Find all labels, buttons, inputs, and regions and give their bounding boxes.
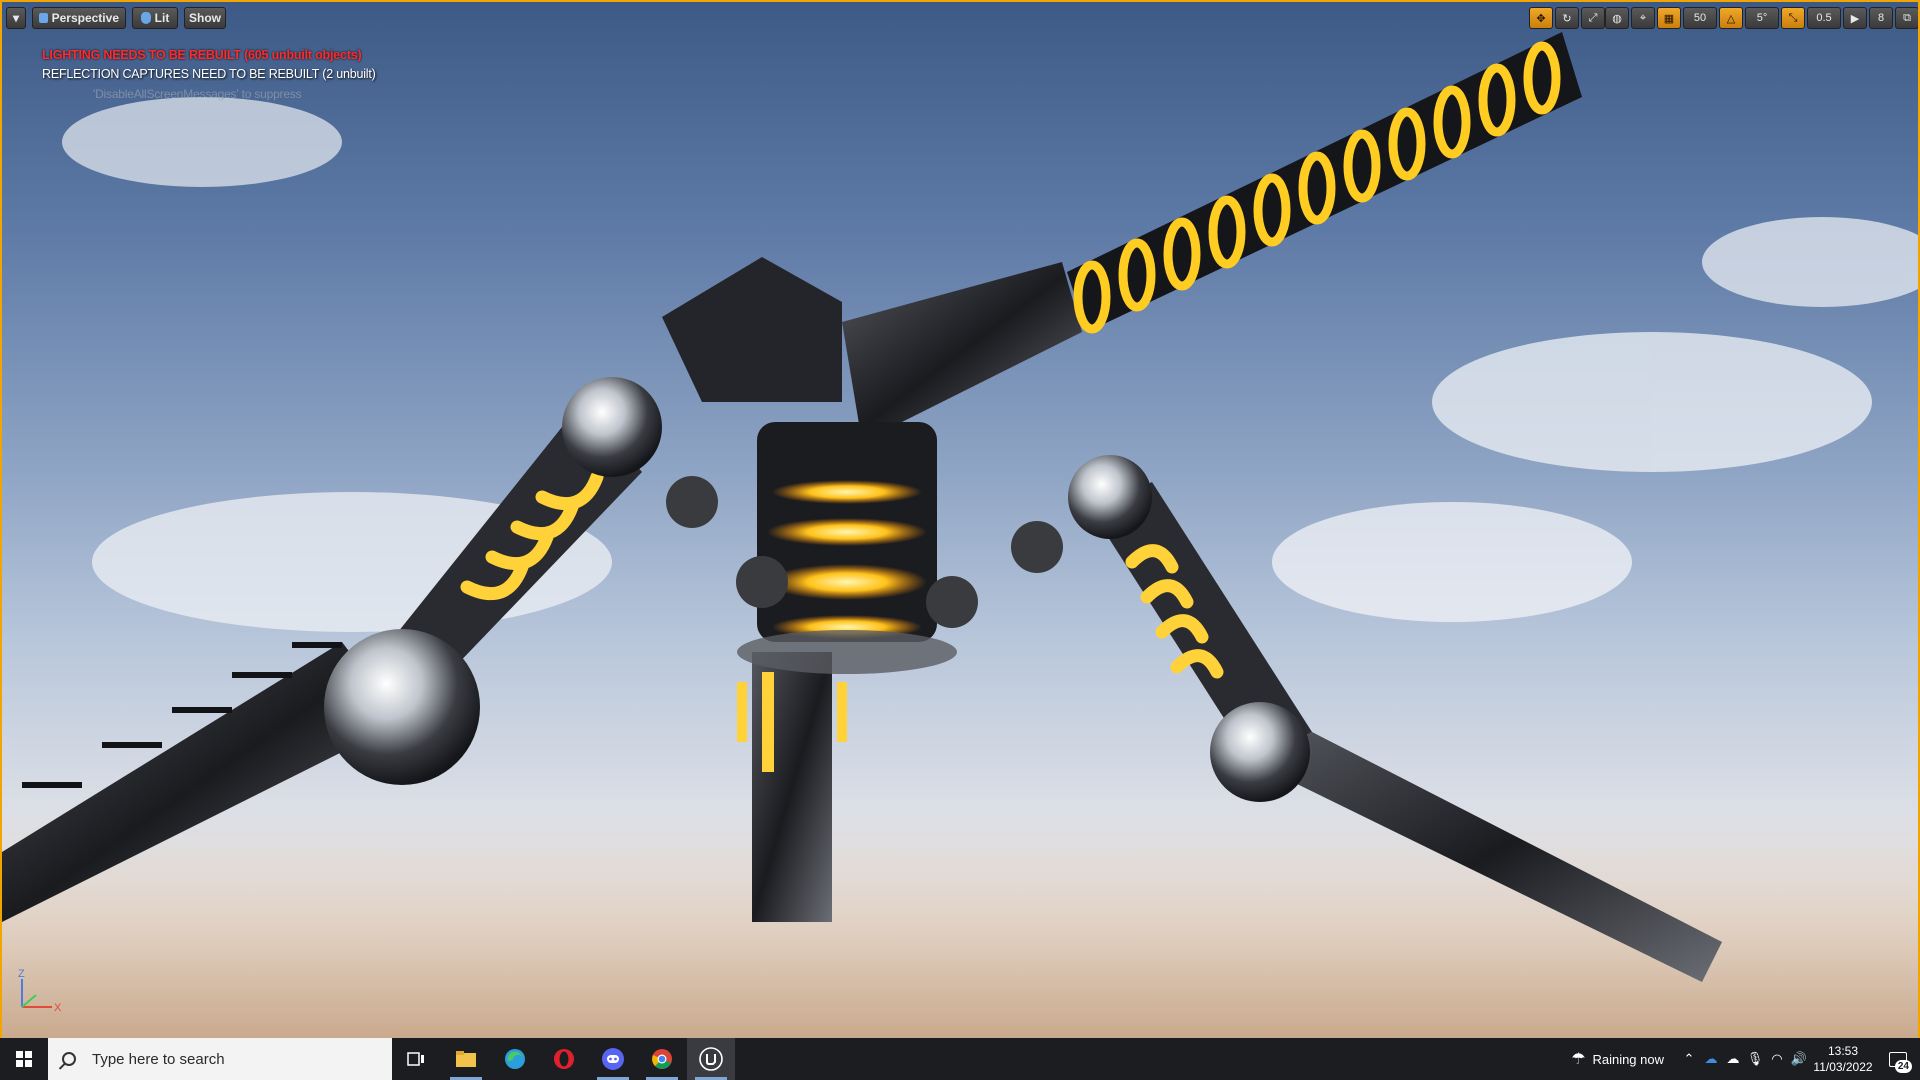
rotate-mode-icon[interactable]: ↻ — [1555, 7, 1579, 29]
edge-button[interactable] — [491, 1038, 539, 1080]
weather-text[interactable]: Raining now — [1592, 1052, 1664, 1067]
rotation-snap-icon[interactable]: △ — [1719, 7, 1743, 29]
opera-icon — [554, 1049, 574, 1069]
suppress-hint-message: 'DisableAllScreenMessages' to suppress — [93, 87, 302, 101]
grid-snap-value[interactable]: 50 — [1683, 7, 1717, 29]
clock-date: 11/03/2022 — [1813, 1060, 1873, 1074]
grid-snap-icon[interactable]: ▦ — [1657, 7, 1681, 29]
clock-time: 13:53 — [1827, 1044, 1859, 1058]
chrome-button[interactable] — [638, 1038, 686, 1080]
camera-speed-value[interactable]: 8 — [1869, 7, 1893, 29]
unreal-engine-button[interactable] — [687, 1038, 735, 1080]
task-view-button[interactable] — [392, 1038, 440, 1080]
chrome-icon — [652, 1049, 672, 1069]
discord-button[interactable] — [589, 1038, 637, 1080]
folder-icon — [456, 1051, 476, 1067]
lighting-rebuild-message: LIGHTING NEEDS TO BE REBUILT (605 unbuil… — [42, 48, 362, 62]
scale-mode-icon[interactable]: ⤢ — [1581, 7, 1605, 29]
umbrella-weather-icon[interactable]: ☂ — [1564, 1038, 1592, 1080]
clock[interactable]: 13:53 11/03/2022 — [1810, 1043, 1876, 1075]
lit-label: Lit — [154, 11, 170, 25]
world-local-icon[interactable]: ◍ — [1605, 7, 1629, 29]
scene-render: X Z — [2, 32, 1918, 1038]
snap-toolbar: ◍ ⌖ ▦ 50 △ 5° ⤡ 0.5 ▶ 8 ⧉ — [1605, 7, 1918, 29]
chevron-down-icon: ▾ — [12, 11, 20, 25]
onedrive-icon[interactable]: ☁ — [1700, 1038, 1722, 1080]
camera-speed-icon[interactable]: ▶ — [1843, 7, 1867, 29]
cloud-icon[interactable]: ☁ — [1722, 1038, 1744, 1080]
center-leg — [737, 652, 847, 922]
viewport-options-button[interactable]: ▾ — [6, 7, 26, 29]
show-label: Show — [189, 11, 221, 25]
system-tray: ☂ Raining now ⌃ ☁ ☁ 🎙 ◠ 🔊 13:53 11/03/20… — [1564, 1038, 1920, 1080]
taskbar-search-box[interactable]: Type here to search — [48, 1038, 392, 1080]
windows-logo-icon — [16, 1051, 32, 1067]
show-button[interactable]: Show — [184, 7, 226, 29]
speaker-icon[interactable]: 🔊 — [1788, 1038, 1810, 1080]
perspective-button[interactable]: Perspective — [32, 7, 126, 29]
search-icon — [62, 1052, 76, 1066]
wifi-icon[interactable]: ◠ — [1766, 1038, 1788, 1080]
editor-viewport[interactable]: X Z ▾ Perspective Lit Show ✥ ↻ ⤢ ◍ ⌖ ▦ 5… — [0, 0, 1920, 1038]
notification-center-button[interactable]: 24 — [1876, 1038, 1920, 1080]
rotation-snap-value[interactable]: 5° — [1745, 7, 1779, 29]
microphone-icon[interactable]: 🎙 — [1744, 1038, 1766, 1080]
perspective-icon — [39, 13, 48, 23]
start-button[interactable] — [0, 1038, 48, 1080]
turret-barrel — [1067, 32, 1582, 334]
edge-icon — [505, 1049, 525, 1069]
lit-button[interactable]: Lit — [132, 7, 178, 29]
axis-x-label: X — [54, 1002, 62, 1014]
transform-toolbar: ✥ ↻ ⤢ — [1529, 7, 1605, 29]
search-placeholder: Type here to search — [92, 1050, 225, 1068]
scale-snap-icon[interactable]: ⤡ — [1781, 7, 1805, 29]
file-explorer-button[interactable] — [442, 1038, 490, 1080]
windows-taskbar: Type here to search ☂ Raining now ⌃ ☁ ☁ … — [0, 1038, 1920, 1080]
notification-count: 24 — [1894, 1060, 1912, 1073]
maximize-viewport-icon[interactable]: ⧉ — [1895, 7, 1918, 29]
reflection-rebuild-message: REFLECTION CAPTURES NEED TO BE REBUILT (… — [42, 67, 376, 81]
opera-button[interactable] — [540, 1038, 588, 1080]
translate-mode-icon[interactable]: ✥ — [1529, 7, 1553, 29]
chevron-up-icon[interactable]: ⌃ — [1678, 1038, 1700, 1080]
lit-icon — [140, 12, 151, 24]
discord-icon — [602, 1048, 624, 1070]
perspective-label: Perspective — [51, 11, 119, 25]
axis-z-label: Z — [18, 968, 25, 980]
scale-snap-value[interactable]: 0.5 — [1807, 7, 1841, 29]
task-view-icon — [407, 1052, 424, 1066]
turret-body — [662, 257, 1082, 674]
surface-snap-icon[interactable]: ⌖ — [1631, 7, 1655, 29]
unreal-engine-icon — [699, 1047, 723, 1071]
